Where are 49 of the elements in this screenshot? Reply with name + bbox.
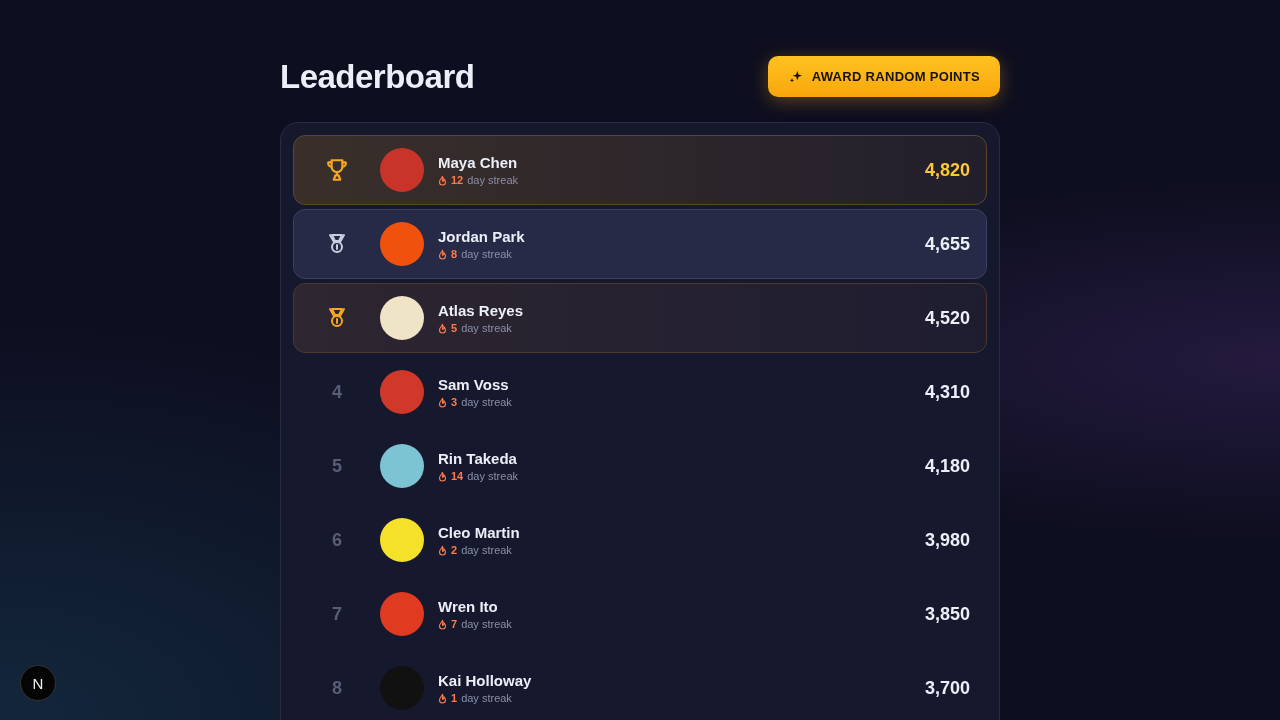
- flame-icon: [438, 248, 447, 260]
- flame-icon: [438, 618, 447, 630]
- flame-icon: [438, 544, 447, 556]
- player-name: Maya Chen: [438, 154, 519, 171]
- page-title: Leaderboard: [280, 57, 475, 96]
- streak-label: day streak: [461, 322, 512, 334]
- flame-icon: [438, 692, 447, 704]
- streak-label: day streak: [461, 396, 512, 408]
- player-score: 4,180: [924, 455, 970, 477]
- rank-number: 6: [332, 529, 342, 551]
- player-score: 4,655: [924, 233, 970, 255]
- streak-count: 2: [451, 544, 458, 556]
- streak-label: day streak: [461, 618, 512, 630]
- rank-number: 8: [332, 677, 342, 699]
- award-random-points-button[interactable]: AWARD RANDOM POINTS: [767, 56, 1000, 97]
- rank-number: 5: [332, 455, 342, 477]
- streak-count: 14: [451, 470, 464, 482]
- streak-label: day streak: [467, 470, 518, 482]
- flame-icon: [438, 470, 447, 482]
- streak-count: 1: [451, 692, 458, 704]
- flame-icon: [438, 396, 447, 408]
- player-score: 3,700: [924, 677, 970, 699]
- player-name: Sam Voss: [438, 376, 510, 393]
- player-score: 4,310: [924, 381, 970, 403]
- streak-label: day streak: [461, 692, 512, 704]
- player-name: Atlas Reyes: [438, 302, 525, 319]
- streak-label: day streak: [461, 544, 512, 556]
- player-name: Cleo Martin: [438, 524, 521, 541]
- streak-count: 7: [451, 618, 458, 630]
- player-name: Jordan Park: [438, 228, 526, 245]
- streak-count: 3: [451, 396, 458, 408]
- flame-icon: [438, 322, 447, 334]
- player-score: 4,520: [924, 307, 970, 329]
- streak-count: 12: [451, 174, 464, 186]
- flame-icon: [438, 174, 447, 186]
- player-score: 3,980: [924, 529, 970, 551]
- streak-label: day streak: [461, 248, 512, 260]
- rank-number: 4: [332, 381, 342, 403]
- player-name: Wren Ito: [438, 598, 499, 615]
- streak-label: day streak: [467, 174, 518, 186]
- trophy-icon: [324, 157, 350, 183]
- player-score: 3,850: [924, 603, 970, 625]
- player-name: Rin Takeda: [438, 450, 518, 467]
- streak-count: 5: [451, 322, 458, 334]
- streak-count: 8: [451, 248, 458, 260]
- player-score: 4,820: [924, 159, 970, 181]
- rank-number: 7: [332, 603, 342, 625]
- dev-tools-badge[interactable]: N: [20, 665, 56, 701]
- player-name: Kai Holloway: [438, 672, 533, 689]
